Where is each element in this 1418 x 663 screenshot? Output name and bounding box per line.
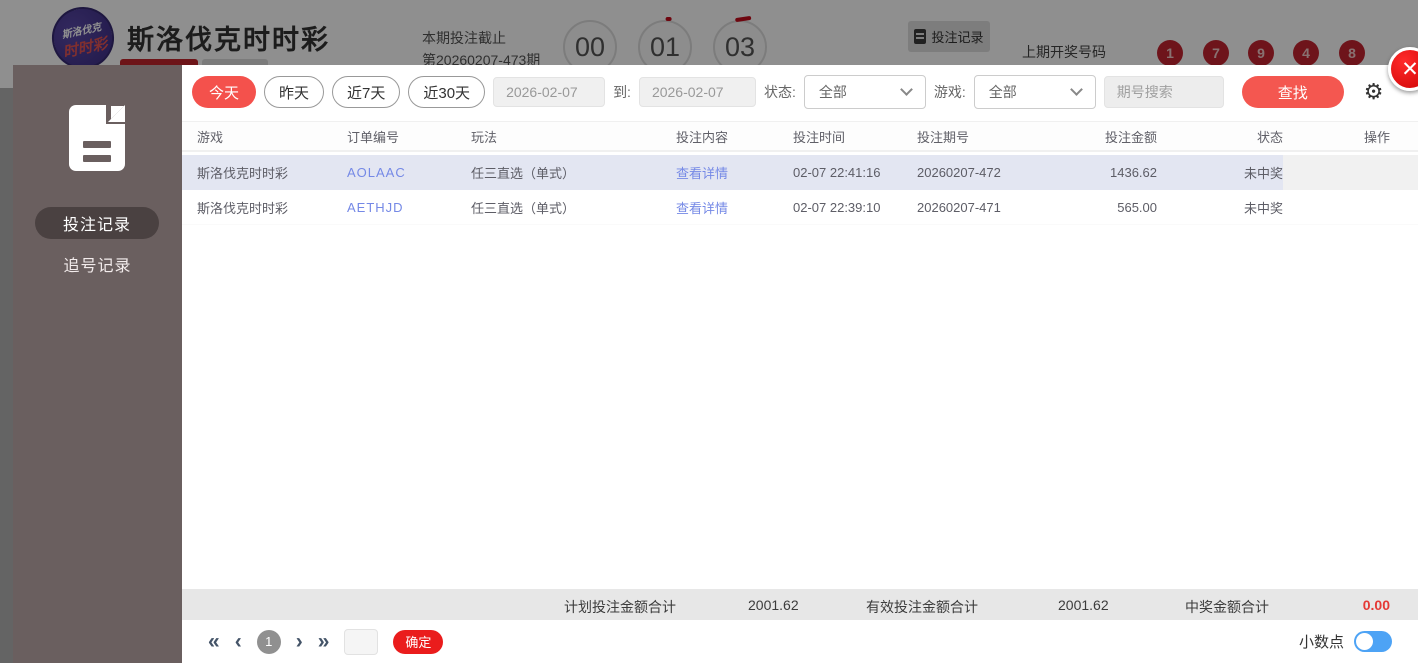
table-row: 斯洛伐克时时彩 AOLAAC 任三直选（单式） 查看详情 02-07 22:41…	[182, 155, 1418, 190]
quick-filter-30days[interactable]: 近30天	[408, 76, 486, 108]
decimal-toggle-group: 小数点	[1299, 620, 1392, 663]
planned-total-label: 计划投注金额合计	[564, 599, 676, 615]
game-select-value: 全部	[988, 84, 1017, 100]
cell-period: 20260207-472	[917, 165, 1001, 180]
date-from-input[interactable]	[493, 77, 606, 107]
game-label: 游戏:	[933, 84, 966, 100]
valid-total-value: 2001.62	[1058, 597, 1109, 613]
filter-bar: 今天 昨天 近7天 近30天 到: 状态: 全部 游戏: 全部 查找 ⚙	[192, 75, 1383, 109]
cell-time: 02-07 22:39:10	[793, 199, 881, 215]
col-content: 投注内容	[676, 129, 729, 145]
cell-status: 未中奖	[1243, 200, 1283, 216]
col-operation: 操作	[1363, 129, 1390, 145]
summary-bar: 计划投注金额合计 2001.62 有效投注金额合计 2001.62 中奖金额合计…	[182, 589, 1418, 620]
chevron-down-icon	[899, 83, 913, 96]
col-amount: 投注金额	[1104, 129, 1157, 145]
pagination-controls: « ‹ 1 › » 确定	[208, 620, 444, 663]
table-row: 斯洛伐克时时彩 AETHJD 任三直选（单式） 查看详情 02-07 22:39…	[182, 190, 1418, 225]
quick-filter-today[interactable]: 今天	[192, 76, 257, 108]
col-order-no: 订单编号	[347, 129, 400, 145]
cell-amount: 565.00	[1117, 199, 1157, 215]
gear-icon[interactable]: ⚙	[1364, 81, 1384, 103]
status-select[interactable]: 全部	[803, 75, 926, 109]
cell-period: 20260207-471	[917, 199, 1001, 215]
pagination-bar: « ‹ 1 › » 确定 小数点	[182, 620, 1418, 663]
current-page-badge[interactable]: 1	[256, 629, 281, 654]
bet-records-table: 游戏 订单编号 玩法 投注内容 投注时间 投注期号 投注金额 状态 操作 斯洛伐…	[182, 121, 1418, 225]
page-confirm-button[interactable]: 确定	[393, 629, 444, 654]
planned-total-value: 2001.62	[748, 597, 799, 613]
sidebar-item-bet-records[interactable]: 投注记录	[35, 207, 159, 239]
cell-order-no-link[interactable]: AETHJD	[347, 200, 471, 215]
cell-game: 斯洛伐克时时彩	[197, 200, 289, 216]
win-total-value: 0.00	[1362, 597, 1390, 613]
search-button[interactable]: 查找	[1241, 76, 1344, 108]
col-time: 投注时间	[793, 129, 846, 145]
col-game: 游戏	[197, 129, 224, 145]
quick-filter-7days[interactable]: 近7天	[332, 76, 401, 108]
sidebar-item-label: 投注记录	[62, 217, 131, 234]
document-icon	[69, 104, 126, 171]
cell-game: 斯洛伐克时时彩	[197, 166, 289, 181]
view-details-link[interactable]: 查看详情	[676, 163, 793, 182]
cell-time: 02-07 22:41:16	[793, 165, 881, 180]
chevron-down-icon	[1069, 83, 1083, 96]
next-page-icon[interactable]: ›	[296, 631, 303, 652]
cell-play: 任三直选（单式）	[471, 200, 576, 216]
col-period: 投注期号	[917, 129, 970, 145]
status-label: 状态:	[763, 84, 796, 100]
decimal-toggle-label: 小数点	[1298, 634, 1344, 651]
date-to-label: 到:	[613, 84, 631, 100]
status-select-value: 全部	[818, 84, 847, 100]
cell-order-no-link[interactable]: AOLAAC	[347, 165, 471, 180]
date-to-input[interactable]	[638, 77, 756, 107]
cell-status: 未中奖	[1243, 166, 1283, 181]
toggle-knob	[1356, 633, 1373, 650]
bet-records-panel: 今天 昨天 近7天 近30天 到: 状态: 全部 游戏: 全部 查找 ⚙ 游戏 …	[182, 65, 1418, 663]
cell-amount: 1436.62	[1110, 165, 1157, 180]
sidebar-item-label: 追号记录	[63, 258, 132, 275]
col-play: 玩法	[471, 129, 498, 145]
first-page-icon[interactable]: «	[208, 631, 220, 652]
view-details-link[interactable]: 查看详情	[676, 198, 793, 217]
sidebar-item-chase-records[interactable]: 追号记录	[13, 252, 182, 276]
valid-total-label: 有效投注金额合计	[866, 599, 978, 615]
page-number-input[interactable]	[344, 628, 379, 655]
cell-play: 任三直选（单式）	[471, 166, 576, 181]
last-page-icon[interactable]: »	[318, 631, 330, 652]
col-status: 状态	[1256, 129, 1283, 145]
prev-page-icon[interactable]: ‹	[235, 631, 242, 652]
records-sidebar: 投注记录 追号记录	[13, 65, 182, 663]
period-search-input[interactable]	[1103, 76, 1224, 108]
win-total-label: 中奖金额合计	[1185, 599, 1269, 615]
table-header-row: 游戏 订单编号 玩法 投注内容 投注时间 投注期号 投注金额 状态 操作	[182, 121, 1418, 152]
game-select[interactable]: 全部	[973, 75, 1096, 109]
decimal-toggle[interactable]	[1354, 631, 1392, 652]
quick-filter-yesterday[interactable]: 昨天	[264, 76, 325, 108]
